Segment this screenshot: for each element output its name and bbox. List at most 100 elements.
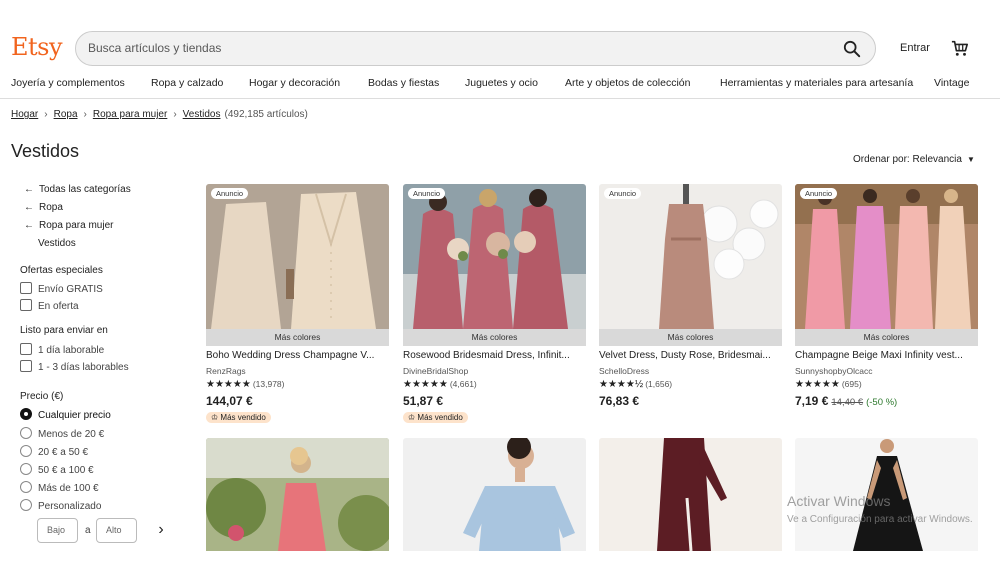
filter-1-day[interactable]: 1 día laborable (20, 343, 104, 356)
filter-label: 1 día laborable (38, 345, 105, 356)
price-50-100[interactable]: 50 € a 100 € (20, 463, 94, 476)
sidebar-womens[interactable]: ← Ropa para mujer (24, 220, 113, 231)
product-image[interactable] (403, 438, 586, 551)
filter-free-shipping[interactable]: Envío GRATIS (20, 282, 103, 295)
category-clothing[interactable]: Ropa y calzado (151, 77, 223, 89)
bestseller-label: Más vendido (417, 413, 463, 422)
results-count: (492,185 artículos) (224, 109, 308, 120)
radio[interactable] (20, 499, 32, 511)
radio[interactable] (20, 481, 32, 493)
product-image[interactable] (206, 438, 389, 551)
more-colors-bar[interactable]: Más colores (206, 329, 389, 346)
bestseller-label: Más vendido (220, 413, 266, 422)
checkbox[interactable] (20, 343, 32, 355)
price-option-label: Más de 100 € (38, 483, 99, 494)
radio[interactable] (20, 445, 32, 457)
product-rating: ★★★★★ (13,978) (206, 379, 285, 390)
more-colors-bar[interactable]: Más colores (795, 329, 978, 346)
radio[interactable] (20, 427, 32, 439)
product-photo-graphic (403, 438, 586, 551)
category-vintage[interactable]: Vintage (934, 77, 969, 89)
price-max-input[interactable]: Alto (96, 518, 137, 543)
shop-name: SunnyshopbyOlcacc (795, 366, 873, 376)
cart-icon[interactable] (951, 39, 969, 57)
product-price: 7,19 €14,40 € (-50 %) (795, 394, 897, 408)
price-option-label: Menos de 20 € (38, 429, 105, 440)
product-title[interactable]: Boho Wedding Dress Champagne V... (206, 350, 389, 361)
price-min-input[interactable]: Bajo (37, 518, 78, 543)
filter-label: En oferta (38, 301, 79, 312)
more-colors-bar[interactable]: Más colores (599, 329, 782, 346)
review-count: (1,656) (645, 379, 673, 389)
product-title[interactable]: Velvet Dress, Dusty Rose, Bridesmai... (599, 350, 782, 361)
etsy-logo[interactable]: Etsy (11, 33, 63, 61)
radio[interactable] (20, 463, 32, 475)
sale-price: 7,19 € (795, 394, 829, 408)
product-title[interactable]: Champagne Beige Maxi Infinity vest... (795, 350, 978, 361)
breadcrumb-dresses[interactable]: Vestidos (183, 109, 221, 120)
price-under-20[interactable]: Menos de 20 € (20, 427, 104, 440)
checkbox[interactable] (20, 360, 32, 372)
filter-1-3-days[interactable]: 1 - 3 días laborables (20, 360, 129, 373)
checkbox[interactable] (20, 299, 32, 311)
more-colors-bar[interactable]: Más colores (403, 329, 586, 346)
product-image[interactable]: Anuncio (599, 184, 782, 329)
category-weddings[interactable]: Bodas y fiestas (368, 77, 439, 89)
category-art[interactable]: Arte y objetos de colección (565, 77, 691, 89)
breadcrumb-home[interactable]: Hogar (11, 109, 38, 120)
bestseller-icon: ♔ (408, 413, 418, 422)
shop-name: DivineBridalShop (403, 366, 469, 376)
product-image[interactable]: Anuncio (795, 184, 978, 329)
price-custom[interactable]: Personalizado (20, 499, 101, 512)
product-photo-graphic (795, 184, 978, 329)
category-craft[interactable]: Herramientas y materiales para artesanía (720, 77, 913, 89)
product-price: 144,07 € (206, 394, 253, 408)
sidebar-all-categories[interactable]: ← Todas las categorías (24, 184, 131, 195)
product-price: 51,87 € (403, 394, 444, 408)
arrow-left-icon: ← (24, 202, 34, 213)
search-input[interactable] (88, 32, 808, 64)
bestseller-badge: ♔ Más vendido (206, 412, 271, 423)
chevron-right-icon[interactable]: › (151, 519, 171, 541)
signin-link[interactable]: Entrar (900, 42, 930, 54)
breadcrumb-clothing[interactable]: Ropa (54, 109, 78, 120)
sidebar-link-label: Ropa para mujer (39, 220, 114, 231)
price-20-50[interactable]: 20 € a 50 € (20, 445, 88, 458)
original-price: 14,40 € (831, 397, 864, 408)
product-title[interactable]: Rosewood Bridesmaid Dress, Infinit... (403, 350, 586, 361)
search-bar[interactable] (75, 31, 876, 66)
product-image[interactable]: Anuncio (403, 184, 586, 329)
product-photo-graphic (206, 184, 389, 329)
product-photo-graphic (599, 438, 782, 551)
rating-stars: ★★★★½ (599, 379, 644, 390)
radio-selected[interactable] (20, 408, 32, 420)
category-jewelry[interactable]: Joyería y complementos (11, 77, 125, 89)
category-toys[interactable]: Juguetes y ocio (465, 77, 538, 89)
price-option-label: 20 € a 50 € (38, 447, 89, 458)
product-photo-graphic (599, 184, 782, 329)
price-any[interactable]: Cualquier precio (20, 408, 111, 421)
category-home[interactable]: Hogar y decoración (249, 77, 340, 89)
price-option-label: 50 € a 100 € (38, 465, 94, 476)
breadcrumb-womens[interactable]: Ropa para mujer (93, 109, 167, 120)
product-image[interactable] (599, 438, 782, 551)
price-option-label: Personalizado (38, 501, 102, 512)
discount-label: (-50 %) (866, 397, 898, 408)
search-icon[interactable] (843, 40, 861, 58)
bestseller-icon: ♔ (211, 413, 221, 422)
breadcrumb-separator: › (44, 109, 48, 120)
checkbox[interactable] (20, 282, 32, 294)
product-image[interactable]: Anuncio (206, 184, 389, 329)
sidebar-link-label: Todas las categorías (39, 184, 131, 195)
price-over-100[interactable]: Más de 100 € (20, 481, 99, 494)
filter-on-sale[interactable]: En oferta (20, 299, 79, 312)
sort-dropdown[interactable]: Ordenar por: Relevancia ▼ (853, 154, 975, 165)
windows-watermark-title: Activar Windows (787, 493, 891, 509)
page-title: Vestidos (11, 141, 80, 161)
sidebar-clothing[interactable]: ← Ropa (24, 202, 63, 213)
filter-label: 1 - 3 días laborables (38, 362, 129, 373)
shop-name: SchelloDress (599, 366, 650, 376)
product-rating: ★★★★★ (695) (795, 379, 862, 390)
header: Etsy Entrar (0, 0, 1000, 70)
product-rating: ★★★★★ (4,661) (403, 379, 477, 390)
